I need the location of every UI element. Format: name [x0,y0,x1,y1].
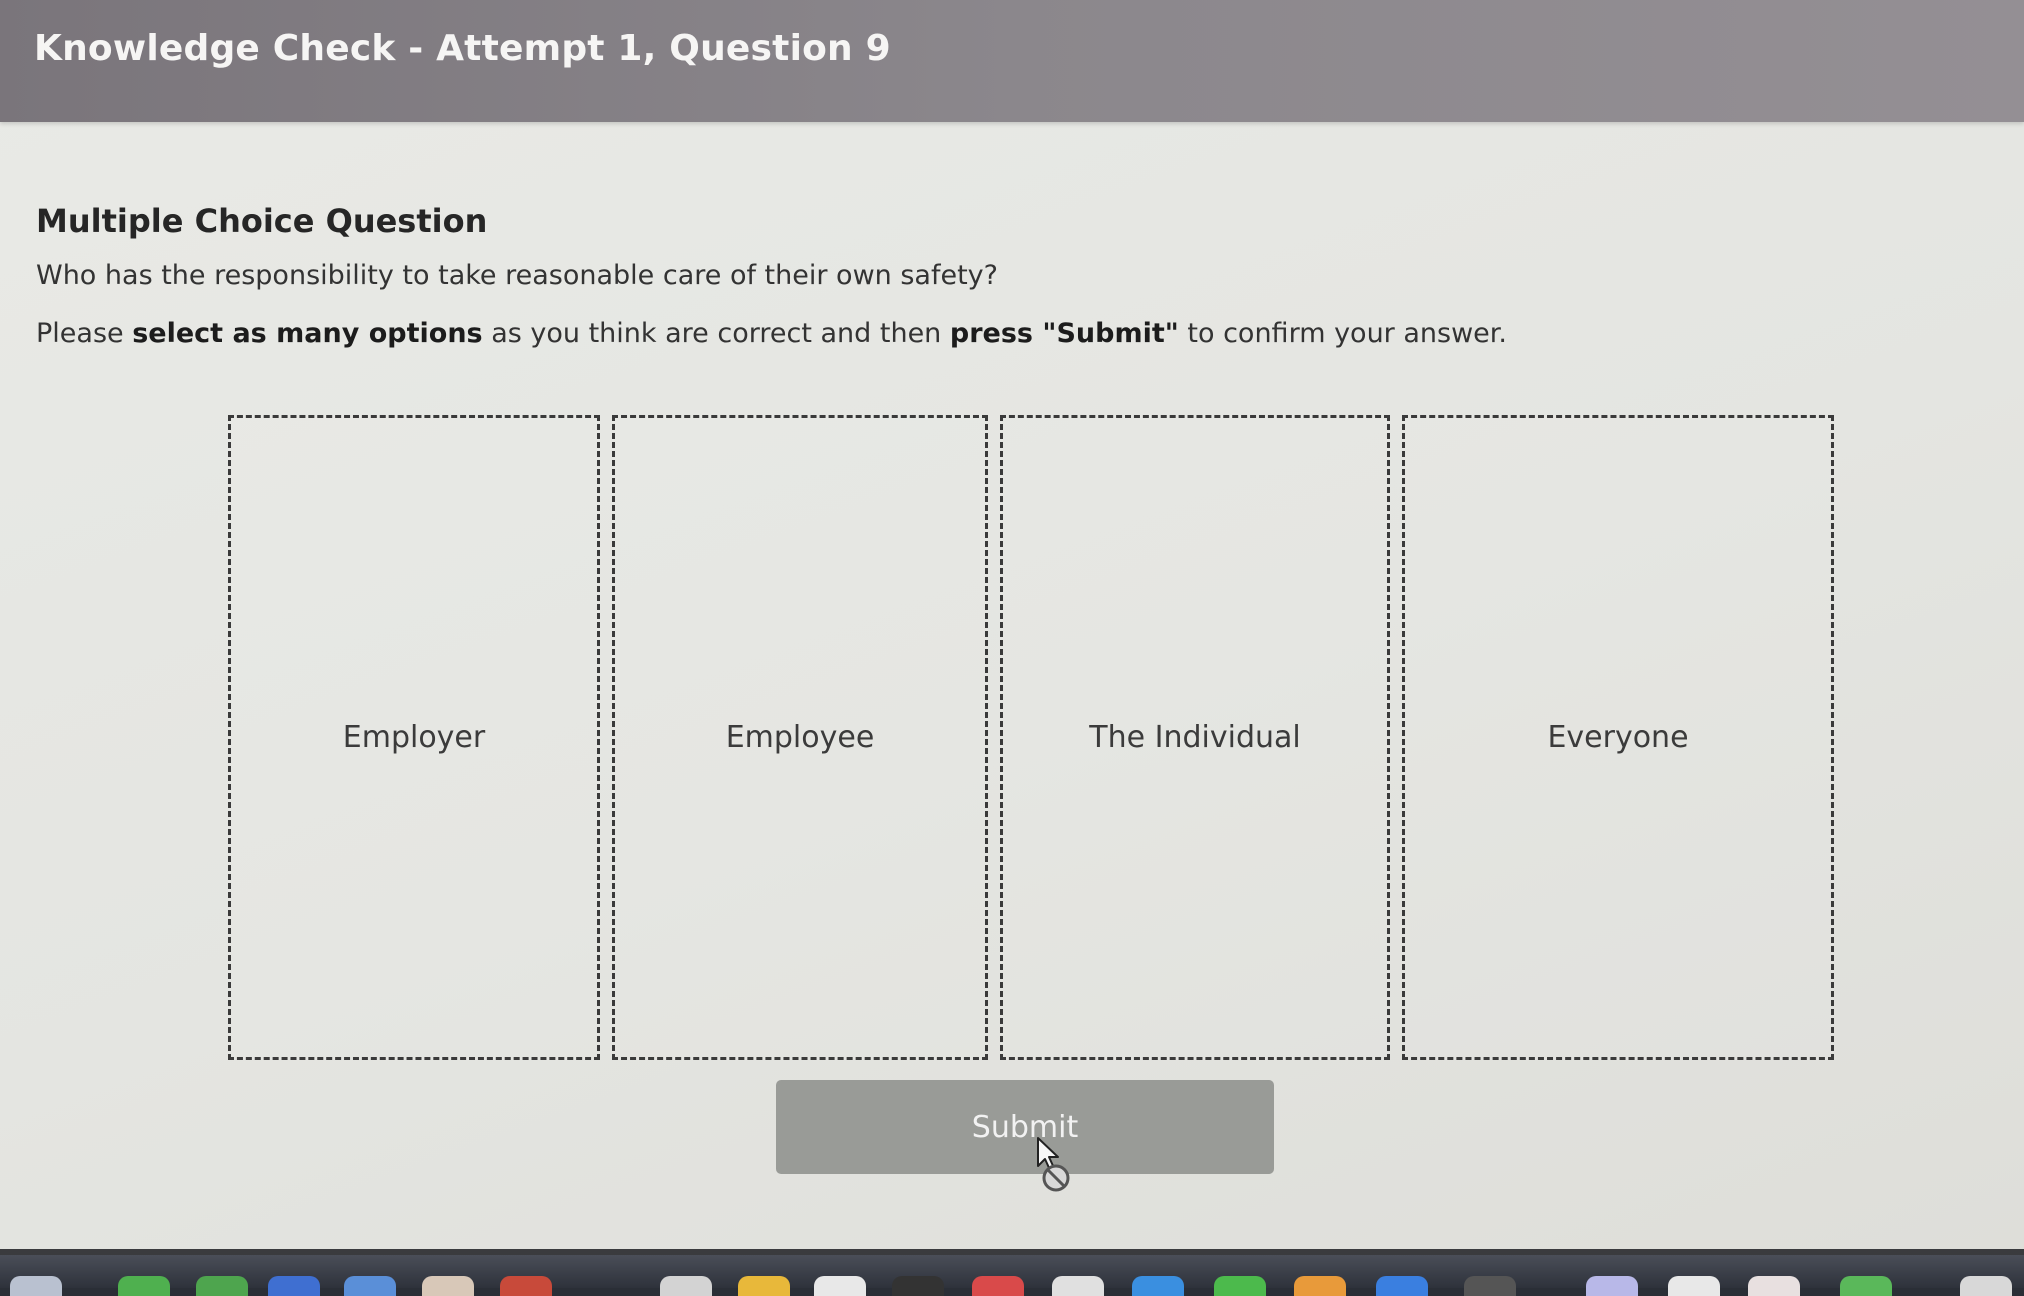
dock-app-icon[interactable] [268,1276,320,1296]
option-label: Employee [725,720,875,755]
dock-app-icon[interactable] [1132,1276,1184,1296]
submit-button[interactable]: Submit [776,1080,1274,1174]
dock-app-icon[interactable] [1052,1276,1104,1296]
instruction-text: Please select as many options as you thi… [36,318,1507,349]
option-the-individual[interactable]: The Individual [1000,415,1390,1060]
screen: Knowledge Check - Attempt 1, Question 9 … [0,0,2024,1296]
course-window: Knowledge Check - Attempt 1, Question 9 … [0,0,2024,1255]
not-allowed-cursor-icon [1037,1137,1070,1192]
title-bar: Knowledge Check - Attempt 1, Question 9 [0,0,2024,122]
instruction-part: Please [36,318,133,349]
dock-app-icon[interactable] [814,1276,866,1296]
instruction-part: to confirm your answer. [1178,318,1507,349]
dock-app-icon[interactable] [1214,1276,1266,1296]
dock-app-icon[interactable] [10,1276,62,1296]
dock-app-icon[interactable] [1960,1276,2012,1296]
question-type-heading: Multiple Choice Question [36,202,488,240]
option-employee[interactable]: Employee [612,415,988,1060]
instruction-bold: press "Submit" [949,318,1179,349]
option-everyone[interactable]: Everyone [1402,415,1834,1060]
dock-app-icon[interactable] [1748,1276,1800,1296]
dock-app-icon[interactable] [1668,1276,1720,1296]
page-title: Knowledge Check - Attempt 1, Question 9 [34,28,891,69]
option-employer[interactable]: Employer [228,415,600,1060]
dock-app-icon[interactable] [738,1276,790,1296]
dock-app-icon[interactable] [422,1276,474,1296]
dock-app-icon[interactable] [1464,1276,1516,1296]
dock-app-icon[interactable] [1586,1276,1638,1296]
dock-app-icon[interactable] [660,1276,712,1296]
dock-app-icon[interactable] [196,1276,248,1296]
instruction-part: as you think are correct and then [482,318,950,349]
dock-app-icon[interactable] [500,1276,552,1296]
option-label: Everyone [1547,720,1689,755]
dock-app-icon[interactable] [1840,1276,1892,1296]
dock-app-icon[interactable] [344,1276,396,1296]
question-text: Who has the responsibility to take reaso… [36,260,998,291]
dock-app-icon[interactable] [892,1276,944,1296]
option-label: Employer [342,720,486,755]
answer-options: Employer Employee The Individual Everyon… [228,415,1834,1060]
dock-app-icon[interactable] [972,1276,1024,1296]
dock-app-icon[interactable] [1294,1276,1346,1296]
dock-app-icon[interactable] [1376,1276,1428,1296]
option-label: The Individual [1089,720,1301,755]
dock-app-icon[interactable] [118,1276,170,1296]
instruction-bold: select as many options [132,318,483,349]
